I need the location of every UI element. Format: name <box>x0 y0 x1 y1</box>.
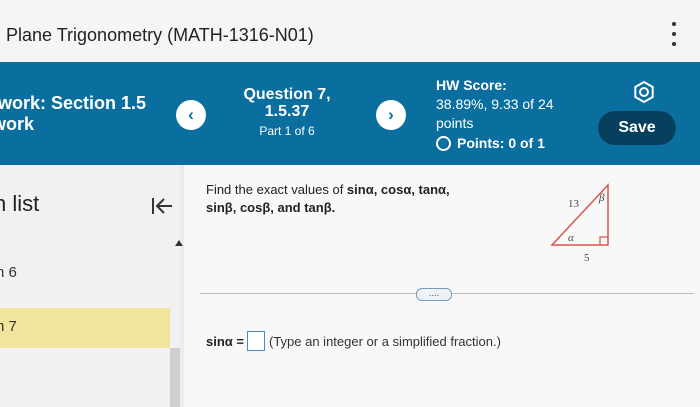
prompt-text: Find the exact values of <box>206 182 347 197</box>
homework-title: work: Section 1.5 <box>0 93 146 114</box>
question-content: Find the exact values of sinα, cosα, tan… <box>184 165 700 407</box>
question-prompt: Find the exact values of sinα, cosα, tan… <box>206 181 526 217</box>
alpha-label: α <box>568 232 574 244</box>
question-list-label: n list <box>0 191 40 216</box>
chevron-left-icon: ‹ <box>188 105 194 124</box>
question-number: 1.5.37 <box>264 103 310 120</box>
question-title: Question 7, <box>243 86 331 103</box>
points-text: Points: 0 of 1 <box>457 135 545 151</box>
base-label: 5 <box>584 252 590 264</box>
sidebar-scrollbar[interactable] <box>170 348 180 407</box>
sidebar-item-question-7[interactable]: n 7 <box>0 308 170 348</box>
hypotenuse-label: 13 <box>568 198 580 210</box>
question-sidebar: n list n 6 n 7 <box>0 165 180 407</box>
next-question-button[interactable]: › <box>376 100 406 130</box>
previous-question-button[interactable]: ‹ <box>176 100 206 130</box>
score-block: HW Score: 38.89%, 9.33 of 24 points Poin… <box>436 76 554 153</box>
expand-more-button[interactable]: .... <box>416 288 452 301</box>
beta-label: β <box>598 192 605 204</box>
more-options-icon[interactable] <box>670 22 678 46</box>
score-label: HW Score: <box>436 77 507 93</box>
save-button[interactable]: Save <box>598 111 676 145</box>
answer-label: sinα = <box>206 333 244 349</box>
sidebar-item-question-6[interactable]: n 6 <box>0 264 17 281</box>
top-bar: Plane Trigonometry (MATH-1316-N01) <box>0 0 700 63</box>
assignment-header: work: Section 1.5 work ‹ Question 7, 1.5… <box>0 62 700 165</box>
points-status-icon <box>436 136 451 151</box>
question-info: Question 7, 1.5.37 Part 1 of 6 <box>222 86 352 138</box>
question-part: Part 1 of 6 <box>259 124 315 138</box>
course-title: Plane Trigonometry (MATH-1316-N01) <box>6 25 314 45</box>
prompt-terms-line2: sinβ, cosβ, and tanβ. <box>206 200 336 215</box>
sidebar-item-label: n 7 <box>0 318 17 335</box>
answer-hint: (Type an integer or a simplified fractio… <box>268 333 501 349</box>
gear-icon[interactable] <box>632 80 656 104</box>
score-unit: points <box>436 115 474 131</box>
chevron-right-icon: › <box>388 105 394 124</box>
answer-input[interactable] <box>246 331 265 351</box>
answer-row: sinα = (Type an integer or a simplified … <box>206 331 501 351</box>
points-row: Points: 0 of 1 <box>436 134 554 153</box>
prompt-terms-line1: sinα, cosα, tanα, <box>346 182 450 197</box>
homework-subtitle: work <box>0 114 35 134</box>
homework-title-section: Section 1.5 <box>51 93 147 113</box>
scroll-up-icon[interactable] <box>175 240 183 246</box>
collapse-sidebar-icon[interactable] <box>150 195 174 217</box>
score-value: 38.89%, 9.33 of 24 <box>436 96 554 112</box>
right-angle-marker <box>599 236 608 245</box>
right-triangle-figure: 13 5 α β <box>550 183 609 264</box>
homework-title-prefix: work: <box>0 93 47 113</box>
